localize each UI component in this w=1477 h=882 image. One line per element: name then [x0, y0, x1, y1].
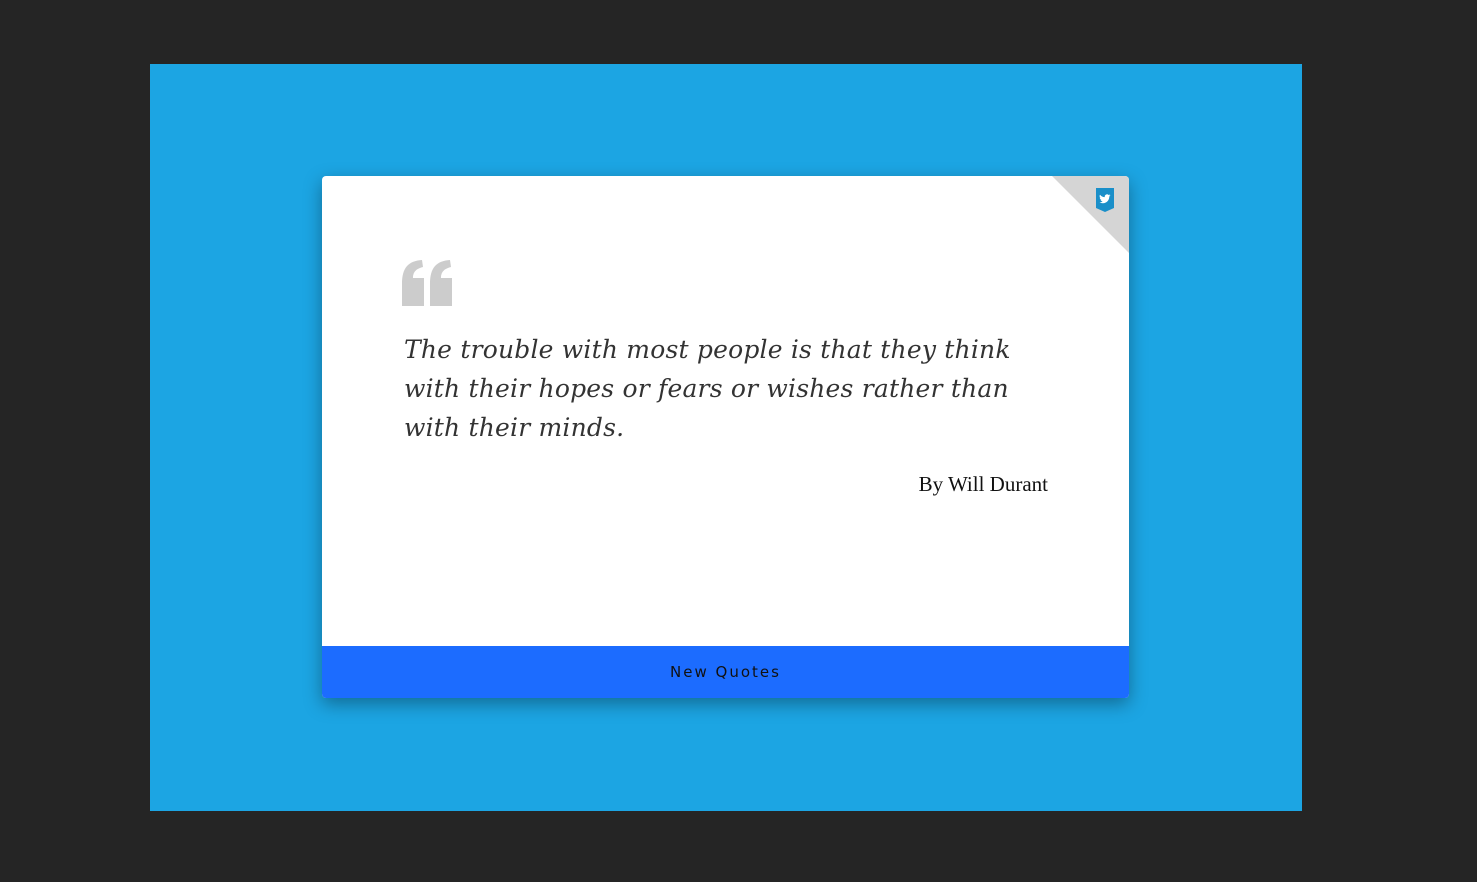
twitter-icon [1096, 188, 1114, 212]
new-quote-button[interactable]: New Quotes [322, 646, 1129, 698]
corner-fold [1052, 176, 1129, 253]
quote-card: The trouble with most people is that the… [322, 176, 1129, 698]
app-frame: The trouble with most people is that the… [150, 64, 1302, 811]
quote-icon [402, 260, 452, 306]
quote-author: By Will Durant [918, 472, 1048, 496]
tweet-button[interactable] [1096, 188, 1114, 212]
quote-text: The trouble with most people is that the… [404, 335, 1011, 442]
